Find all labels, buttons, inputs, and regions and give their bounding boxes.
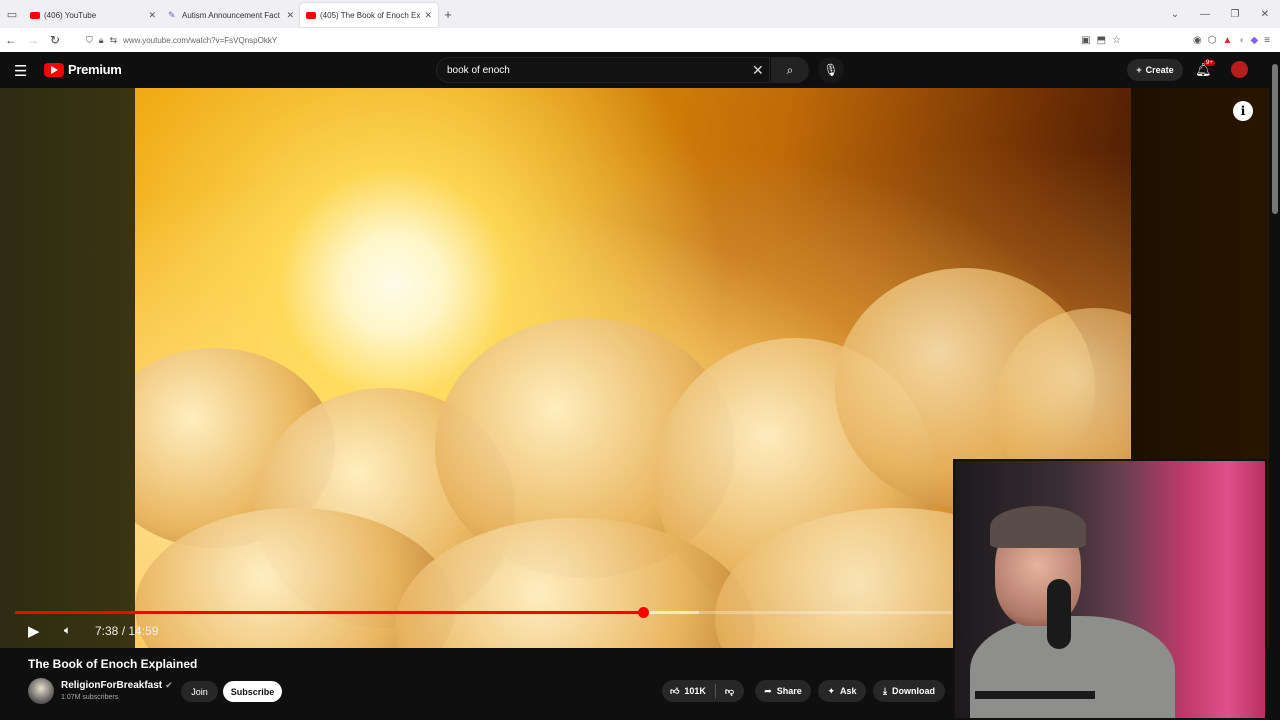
clear-search-icon[interactable]: ✕: [752, 62, 764, 79]
forward-icon[interactable]: →: [22, 33, 44, 47]
channel-name[interactable]: ReligionForBreakfast: [61, 680, 162, 691]
new-tab-icon[interactable]: +: [438, 7, 458, 22]
scrollbar-thumb[interactable]: [1272, 64, 1278, 214]
create-button[interactable]: + Create: [1127, 59, 1183, 81]
bookmark-star-icon[interactable]: ☆: [1112, 35, 1121, 46]
close-tab-icon[interactable]: ✕: [286, 10, 294, 21]
progress-bar[interactable]: [15, 607, 952, 618]
browser-nav-bar: ← → ↻ ⛉ 🔒︎ ⇆ www.youtube.com/watch?v=FsV…: [0, 28, 1280, 53]
toolbar-icons: ▣ ⬒ ☆ ◉ ⬡ ▲ ◖ ◆ ≡: [1081, 35, 1270, 46]
subscribe-button[interactable]: Subscribe: [223, 681, 282, 702]
channel-avatar[interactable]: [28, 678, 54, 704]
tab-title: (406) YouTube: [44, 10, 97, 20]
youtube-favicon-icon: [306, 11, 316, 19]
divider: [714, 684, 716, 698]
back-icon[interactable]: ←: [0, 33, 22, 47]
play-icon[interactable]: ▶: [28, 622, 40, 640]
extensions-icon[interactable]: ⬡: [1208, 35, 1217, 46]
share-label: Share: [776, 686, 802, 696]
time-display: 7:38 / 14:59: [95, 624, 159, 638]
streamer-cap: [990, 506, 1086, 548]
tab-autism-announcement[interactable]: ✎ Autism Announcement Fact She ✕: [162, 3, 300, 27]
feather-favicon-icon: ✎: [168, 10, 176, 20]
permissions-icon[interactable]: ⇆: [110, 35, 118, 46]
video-title: The Book of Enoch Explained: [28, 657, 198, 671]
guide-menu-icon[interactable]: ☰: [14, 62, 27, 80]
shield-icon[interactable]: ⛉: [86, 35, 93, 46]
tab-book-of-enoch[interactable]: (405) The Book of Enoch Explain ✕: [300, 3, 438, 27]
tab-title: (405) The Book of Enoch Explain: [320, 10, 421, 20]
microphone-arm: [975, 691, 1095, 699]
thumbs-up-icon[interactable]: 👍︎: [670, 686, 679, 697]
toolbar-spacer: [1127, 35, 1187, 46]
browser-tab-bar: ▭ (406) YouTube ✕ ✎ Autism Announcement …: [0, 0, 1280, 28]
plus-icon: +: [1136, 65, 1142, 75]
search-input[interactable]: book of enoch: [436, 57, 770, 83]
verified-check-icon: ✔: [165, 680, 173, 690]
like-count[interactable]: 101K: [684, 686, 706, 696]
reload-icon[interactable]: ↻: [44, 33, 66, 47]
sparkle-icon: ✦: [827, 685, 836, 696]
tab-youtube-home[interactable]: (406) YouTube ✕: [24, 3, 162, 27]
save-page-icon[interactable]: ⬒: [1097, 35, 1106, 46]
volume-icon[interactable]: 🔈︎: [64, 623, 71, 638]
restore-icon[interactable]: ❐: [1220, 9, 1250, 20]
page-scrollbar[interactable]: [1269, 52, 1280, 720]
channel-name-row[interactable]: ReligionForBreakfast ✔: [61, 680, 173, 691]
menu-icon[interactable]: ≡: [1264, 35, 1270, 46]
streamer-body: [970, 616, 1175, 718]
create-label: Create: [1145, 65, 1174, 75]
youtube-premium-logo[interactable]: Premium: [44, 62, 122, 77]
download-icon: ⤓: [883, 685, 887, 696]
window-controls: ⌄ — ❐ ✕: [1160, 0, 1280, 28]
tab-list-icon[interactable]: ▭: [0, 0, 24, 28]
voice-search-button[interactable]: 🎙︎: [818, 57, 844, 83]
address-bar[interactable]: ⛉ 🔒︎ ⇆ www.youtube.com/watch?v=FsVQnspOk…: [86, 35, 1081, 46]
close-tab-icon[interactable]: ✕: [424, 10, 432, 21]
like-dislike-group: 👍︎ 101K 👎︎: [662, 680, 744, 702]
account-icon[interactable]: ◉: [1193, 35, 1202, 46]
close-tab-icon[interactable]: ✕: [148, 10, 156, 21]
tab-overflow-icon[interactable]: ⌄: [1160, 9, 1190, 20]
subscriber-count: 1.07M subscribers: [61, 694, 119, 701]
ask-button[interactable]: ✦ Ask: [818, 680, 866, 702]
microphone-icon: 🎙︎: [823, 63, 839, 77]
lock-icon[interactable]: 🔒︎: [99, 35, 104, 46]
share-button[interactable]: ➦ Share: [755, 680, 811, 702]
fox-extension-icon[interactable]: ▲: [1223, 35, 1233, 46]
user-avatar[interactable]: [1231, 61, 1248, 78]
played-bar: [15, 611, 643, 614]
share-arrow-icon: ➦: [764, 685, 772, 696]
notification-count-badge: 9+: [1204, 60, 1215, 66]
minimize-icon[interactable]: —: [1190, 9, 1220, 20]
search-query: book of enoch: [447, 64, 510, 76]
close-window-icon[interactable]: ✕: [1250, 9, 1280, 20]
tab-title: Autism Announcement Fact She: [182, 10, 282, 20]
speaker-extension-icon[interactable]: ◖: [1238, 35, 1244, 46]
download-label: Download: [891, 686, 935, 696]
search-icon: ⌕: [786, 62, 794, 77]
thumbs-down-icon[interactable]: 👎︎: [725, 686, 734, 697]
search-button[interactable]: ⌕: [771, 57, 809, 83]
youtube-favicon-icon: [30, 11, 40, 19]
join-button[interactable]: Join: [181, 681, 218, 702]
picture-in-picture-icon[interactable]: ▣: [1081, 35, 1090, 46]
podcast-microphone: [1047, 579, 1071, 649]
ask-label: Ask: [840, 686, 857, 696]
webcam-overlay: [953, 459, 1267, 720]
youtube-play-logo-icon: [44, 62, 64, 77]
url-text: www.youtube.com/watch?v=FsVQnspOkkY: [123, 35, 278, 45]
scrubber-handle[interactable]: [637, 607, 649, 618]
download-button[interactable]: ⤓ Download: [873, 680, 945, 702]
purple-extension-icon[interactable]: ◆: [1250, 35, 1258, 46]
logo-text: Premium: [68, 62, 122, 77]
info-card-icon[interactable]: i: [1233, 101, 1253, 121]
